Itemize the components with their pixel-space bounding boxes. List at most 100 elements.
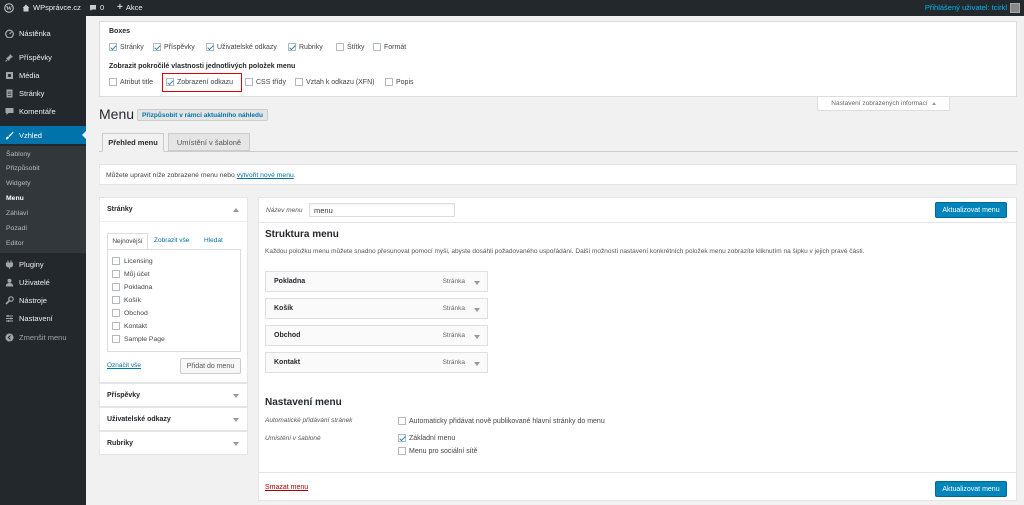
tab-view-all[interactable]: Zobrazit vše [154, 237, 189, 244]
sidebar-item-2[interactable]: Média [0, 66, 86, 84]
page-checkbox[interactable] [112, 322, 120, 330]
expand-arrow-icon[interactable] [474, 362, 480, 366]
location-checkbox[interactable] [398, 447, 406, 455]
advanced-checkbox[interactable] [295, 78, 303, 86]
box-checkbox[interactable] [109, 43, 117, 51]
menu-item[interactable]: Pokladna Stránka [265, 271, 488, 292]
save-menu-button-top[interactable]: Aktualizovat menu [935, 202, 1007, 218]
page-checkbox[interactable] [112, 270, 120, 278]
highlight-box [162, 73, 242, 92]
menu-item[interactable]: Kontakt Stránka [265, 352, 488, 373]
submenu-item-5[interactable]: Pozadí [6, 225, 27, 232]
sidebar-item-0[interactable]: Nástěnka [0, 24, 86, 42]
expand-arrow-icon[interactable] [474, 335, 480, 339]
page-option-4[interactable]: Obchod [112, 309, 148, 317]
notice-suffix: . [293, 172, 296, 179]
advanced-checkbox[interactable] [245, 78, 253, 86]
collapse-arrow-icon[interactable] [233, 208, 239, 212]
box-option-5[interactable]: Formát [373, 43, 406, 51]
box-checkbox[interactable] [153, 43, 161, 51]
sidebar-item-4[interactable]: Komentáře [0, 102, 86, 120]
box-checkbox[interactable] [206, 43, 214, 51]
menu-name-input[interactable] [309, 203, 455, 217]
location-checkbox[interactable] [398, 434, 406, 442]
new-label: Akce [125, 3, 143, 12]
page-option-1[interactable]: Můj účet [112, 270, 150, 278]
avatar [1010, 3, 1020, 13]
page-option-3[interactable]: Košík [112, 296, 141, 304]
tab-search[interactable]: Hledat [204, 237, 223, 244]
submenu-item-3[interactable]: Menu [6, 195, 24, 202]
advanced-option-2[interactable]: CSS třídy [245, 78, 286, 86]
submenu-item-2[interactable]: Widgety [6, 180, 31, 187]
page-checkbox[interactable] [112, 309, 120, 317]
box-option-label: Uživatelské odkazy [217, 43, 277, 51]
auto-add-option[interactable]: Automaticky přidávat nově publikované hl… [398, 417, 605, 425]
page-checkbox[interactable] [112, 283, 120, 291]
sidebar-item-8[interactable]: Nástroje [0, 291, 86, 309]
sidebar-item-6[interactable]: Pluginy [0, 255, 86, 273]
box-checkbox[interactable] [336, 43, 344, 51]
account-menu[interactable]: Přihlášený uživatel: tcirkl [925, 0, 1020, 16]
sidebar-item-1[interactable]: Příspěvky [0, 48, 86, 66]
page-option-label: Sample Page [124, 335, 165, 343]
page-option-6[interactable]: Sample Page [112, 335, 165, 343]
advanced-option-4[interactable]: Popis [385, 78, 414, 86]
settings-icon [5, 314, 14, 323]
advanced-checkbox[interactable] [109, 78, 117, 86]
save-menu-button-bottom[interactable]: Aktualizovat menu [935, 481, 1007, 497]
accordion-section-1[interactable]: Uživatelské odkazy [99, 407, 248, 431]
page-option-0[interactable]: Licensing [112, 257, 153, 265]
menu-item-type: Stránka [442, 278, 465, 285]
location-option-0[interactable]: Základní menu [398, 434, 455, 442]
page-checkbox[interactable] [112, 296, 120, 304]
submenu-item-1[interactable]: Přizpůsobit [6, 165, 40, 172]
sidebar-item-3[interactable]: Stránky [0, 84, 86, 102]
accordion-title: Příspěvky [107, 392, 141, 399]
footer-divider [259, 472, 1016, 473]
sidebar-item-10[interactable]: Zmenšit menu [0, 328, 86, 346]
page-checkbox[interactable] [112, 335, 120, 343]
comments-link[interactable]: 0 [89, 0, 104, 16]
site-name-link[interactable]: WPsprávce.cz [22, 0, 81, 16]
sidebar-item-9[interactable]: Nastavení [0, 309, 86, 327]
screen-options-toggle[interactable]: Nastavení zobrazených informací [817, 97, 950, 111]
delete-menu-link[interactable]: Smazat menu [265, 484, 308, 491]
box-option-3[interactable]: Rubriky [288, 43, 323, 51]
page-option-5[interactable]: Kontakt [112, 322, 147, 330]
menu-item[interactable]: Košík Stránka [265, 298, 488, 319]
advanced-option-3[interactable]: Vztah k odkazu (XFN) [295, 78, 374, 86]
sidebar-item-5[interactable]: Vzhled [0, 126, 86, 144]
box-option-1[interactable]: Příspěvky [153, 43, 195, 51]
tab-most-recent[interactable]: Nejnovější [107, 233, 148, 249]
submenu-item-0[interactable]: Šablony [6, 151, 31, 158]
accordion-section-0[interactable]: Příspěvky [99, 383, 248, 407]
add-to-menu-button[interactable]: Přidat do menu [180, 358, 241, 374]
page-checkbox[interactable] [112, 257, 120, 265]
auto-add-checkbox[interactable] [398, 417, 406, 425]
box-checkbox[interactable] [288, 43, 296, 51]
menu-item[interactable]: Obchod Stránka [265, 325, 488, 346]
create-menu-link[interactable]: vytvořit nové menu [237, 172, 294, 179]
box-option-4[interactable]: Štítky [336, 43, 365, 51]
select-all-link[interactable]: Označit vše [107, 362, 141, 369]
box-checkbox[interactable] [373, 43, 381, 51]
page-option-2[interactable]: Pokladna [112, 283, 152, 291]
box-option-2[interactable]: Uživatelské odkazy [206, 43, 277, 51]
expand-arrow-icon[interactable] [474, 281, 480, 285]
location-option-1[interactable]: Menu pro sociální sítě [398, 447, 477, 455]
tab-menu-overview[interactable]: Přehled menu [102, 133, 164, 152]
customize-button[interactable]: Přizpůsobit v rámci aktuálního náhledu [137, 109, 268, 121]
submenu-item-6[interactable]: Editor [6, 240, 24, 247]
wordpress-logo-icon[interactable]: W [4, 0, 14, 16]
submenu-item-4[interactable]: Záhlaví [6, 210, 28, 217]
advanced-option-0[interactable]: Atribut title [109, 78, 153, 86]
new-content-link[interactable]: + Akce [117, 0, 143, 16]
tab-menu-locations[interactable]: Umístění v šabloně [168, 133, 250, 151]
expand-arrow-icon[interactable] [474, 308, 480, 312]
sidebar-item-7[interactable]: Uživatelé [0, 273, 86, 291]
accordion-section-2[interactable]: Rubriky [99, 431, 248, 455]
box-option-0[interactable]: Stránky [109, 43, 144, 51]
advanced-checkbox[interactable] [385, 78, 393, 86]
notice-text: Můžete upravit níže zobrazené menu nebo … [106, 172, 296, 179]
